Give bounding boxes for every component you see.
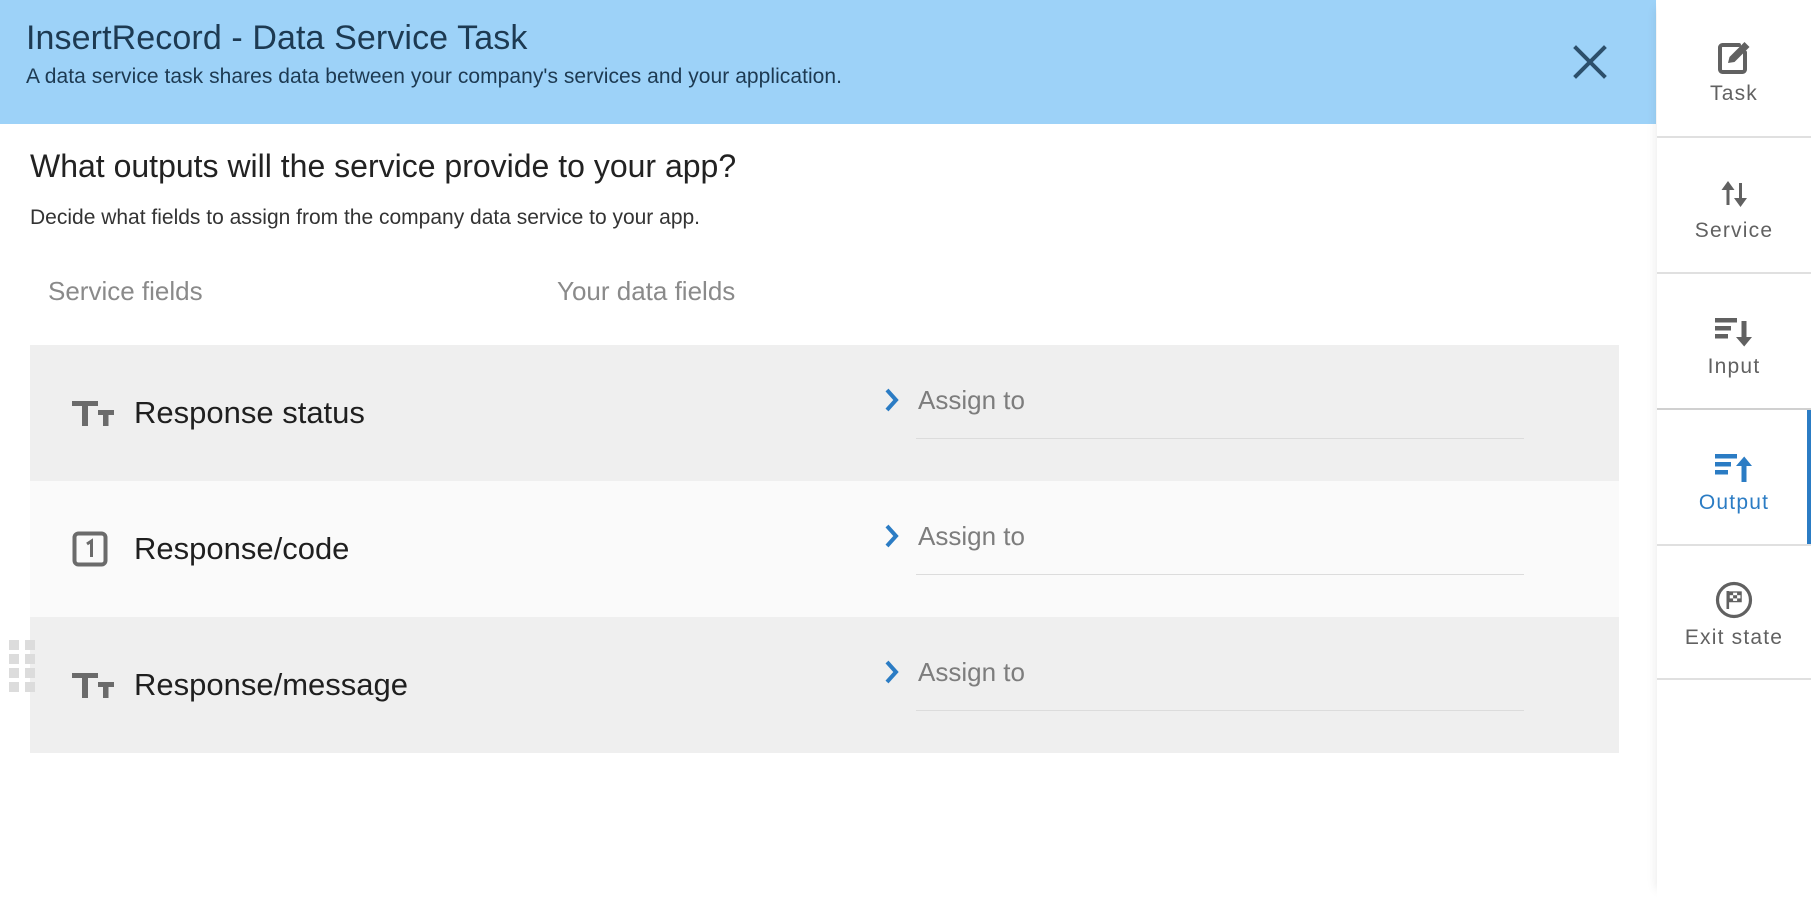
field-name: Response/message: [134, 667, 408, 702]
drag-dot: [25, 682, 35, 692]
drag-handle-icon[interactable]: [9, 640, 35, 692]
assign-to-placeholder[interactable]: Assign to: [918, 385, 1025, 415]
assign-cell[interactable]: Assign to: [880, 481, 1530, 617]
close-button[interactable]: [1562, 34, 1618, 90]
sidebar-item-label: Input: [1707, 355, 1761, 378]
sidebar-item-label: Output: [1698, 491, 1770, 514]
pencil-square-icon: [1714, 30, 1754, 76]
field-name: Response/code: [134, 531, 350, 566]
assign-control[interactable]: Assign to: [880, 657, 1025, 687]
sidebar-item-label: Task: [1710, 82, 1758, 105]
table-row[interactable]: Response status Assign to: [30, 345, 1619, 481]
assign-to-placeholder[interactable]: Assign to: [918, 657, 1025, 687]
assign-underline: [916, 574, 1524, 575]
checkered-flag-circle-icon: [1714, 574, 1754, 620]
sidebar-item-label: Exit state: [1684, 626, 1784, 649]
chevron-right-icon[interactable]: [880, 657, 904, 687]
drag-dot: [9, 682, 19, 692]
right-sidebar: Task Service Input Output Exit state: [1657, 0, 1811, 897]
sidebar-item-label: Service: [1694, 219, 1774, 242]
dialog-body: What outputs will the service provide to…: [0, 146, 1656, 753]
text-type-icon: [72, 669, 124, 701]
column-header-service-fields: Service fields: [48, 276, 203, 306]
column-headers: Service fields Your data fields: [0, 276, 1656, 328]
sidebar-item-input[interactable]: Input: [1657, 272, 1811, 408]
drag-dot: [9, 668, 19, 678]
text-type-icon: [72, 397, 124, 429]
drag-dot: [25, 668, 35, 678]
assign-to-placeholder[interactable]: Assign to: [918, 521, 1025, 551]
close-icon: [1570, 42, 1610, 82]
table-row[interactable]: Response/code Assign to: [30, 481, 1619, 617]
chevron-right-icon[interactable]: [880, 385, 904, 415]
drag-dot: [25, 640, 35, 650]
sidebar-item-exit-state[interactable]: Exit state: [1657, 544, 1811, 680]
dialog-panel: InsertRecord - Data Service Task A data …: [0, 0, 1656, 897]
assign-underline: [916, 438, 1524, 439]
data-service-task-dialog-screen: InsertRecord - Data Service Task A data …: [0, 0, 1811, 897]
drag-dot: [9, 640, 19, 650]
table-row[interactable]: Response/message Assign to: [30, 617, 1619, 753]
chevron-right-icon[interactable]: [880, 521, 904, 551]
sidebar-item-output[interactable]: Output: [1657, 408, 1811, 544]
drag-dot: [9, 654, 19, 664]
page-description: Decide what fields to assign from the co…: [30, 206, 701, 229]
assign-control[interactable]: Assign to: [880, 521, 1025, 551]
sidebar-item-service[interactable]: Service: [1657, 136, 1811, 272]
assign-underline: [916, 710, 1524, 711]
column-header-your-data-fields: Your data fields: [557, 276, 736, 306]
drag-dot: [25, 654, 35, 664]
list-arrow-up-icon: [1713, 439, 1755, 485]
sidebar-item-task[interactable]: Task: [1657, 0, 1811, 136]
assign-cell[interactable]: Assign to: [880, 345, 1530, 481]
page-title: What outputs will the service provide to…: [30, 148, 737, 184]
field-name: Response status: [134, 395, 365, 430]
assign-control[interactable]: Assign to: [880, 385, 1025, 415]
assign-cell[interactable]: Assign to: [880, 617, 1530, 753]
dialog-title: InsertRecord - Data Service Task: [26, 19, 528, 57]
number-type-icon: [72, 531, 124, 567]
list-arrow-down-icon: [1713, 303, 1755, 349]
field-mapping-list: Response status Assign to Response/code …: [30, 345, 1619, 753]
up-down-arrows-icon: [1715, 167, 1753, 213]
dialog-header: InsertRecord - Data Service Task A data …: [0, 0, 1656, 124]
dialog-subtitle: A data service task shares data between …: [26, 65, 843, 88]
